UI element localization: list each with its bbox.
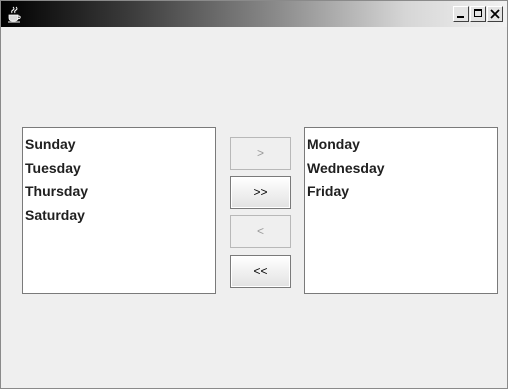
java-coffee-cup-icon[interactable] xyxy=(6,5,24,23)
list-item[interactable]: Monday xyxy=(305,133,497,157)
move-all-right-button[interactable]: >> xyxy=(230,176,291,209)
app-window: Sunday Tuesday Thursday Saturday > >> < … xyxy=(0,0,508,389)
available-days-list[interactable]: Sunday Tuesday Thursday Saturday xyxy=(22,127,216,294)
maximize-button[interactable] xyxy=(470,6,486,22)
move-right-button[interactable]: > xyxy=(230,137,291,170)
move-all-left-button[interactable]: << xyxy=(230,255,291,288)
close-button[interactable] xyxy=(487,6,503,22)
selected-days-list[interactable]: Monday Wednesday Friday xyxy=(304,127,498,294)
list-item[interactable]: Wednesday xyxy=(305,157,497,181)
maximize-icon xyxy=(474,9,482,17)
minimize-button[interactable] xyxy=(453,6,469,22)
minimize-icon xyxy=(457,16,464,18)
list-item[interactable]: Friday xyxy=(305,180,497,204)
list-item[interactable]: Tuesday xyxy=(23,157,215,181)
close-icon xyxy=(490,9,500,19)
list-item[interactable]: Sunday xyxy=(23,133,215,157)
title-bar[interactable] xyxy=(1,1,507,27)
list-item[interactable]: Saturday xyxy=(23,204,215,228)
move-left-button[interactable]: < xyxy=(230,215,291,248)
list-item[interactable]: Thursday xyxy=(23,180,215,204)
